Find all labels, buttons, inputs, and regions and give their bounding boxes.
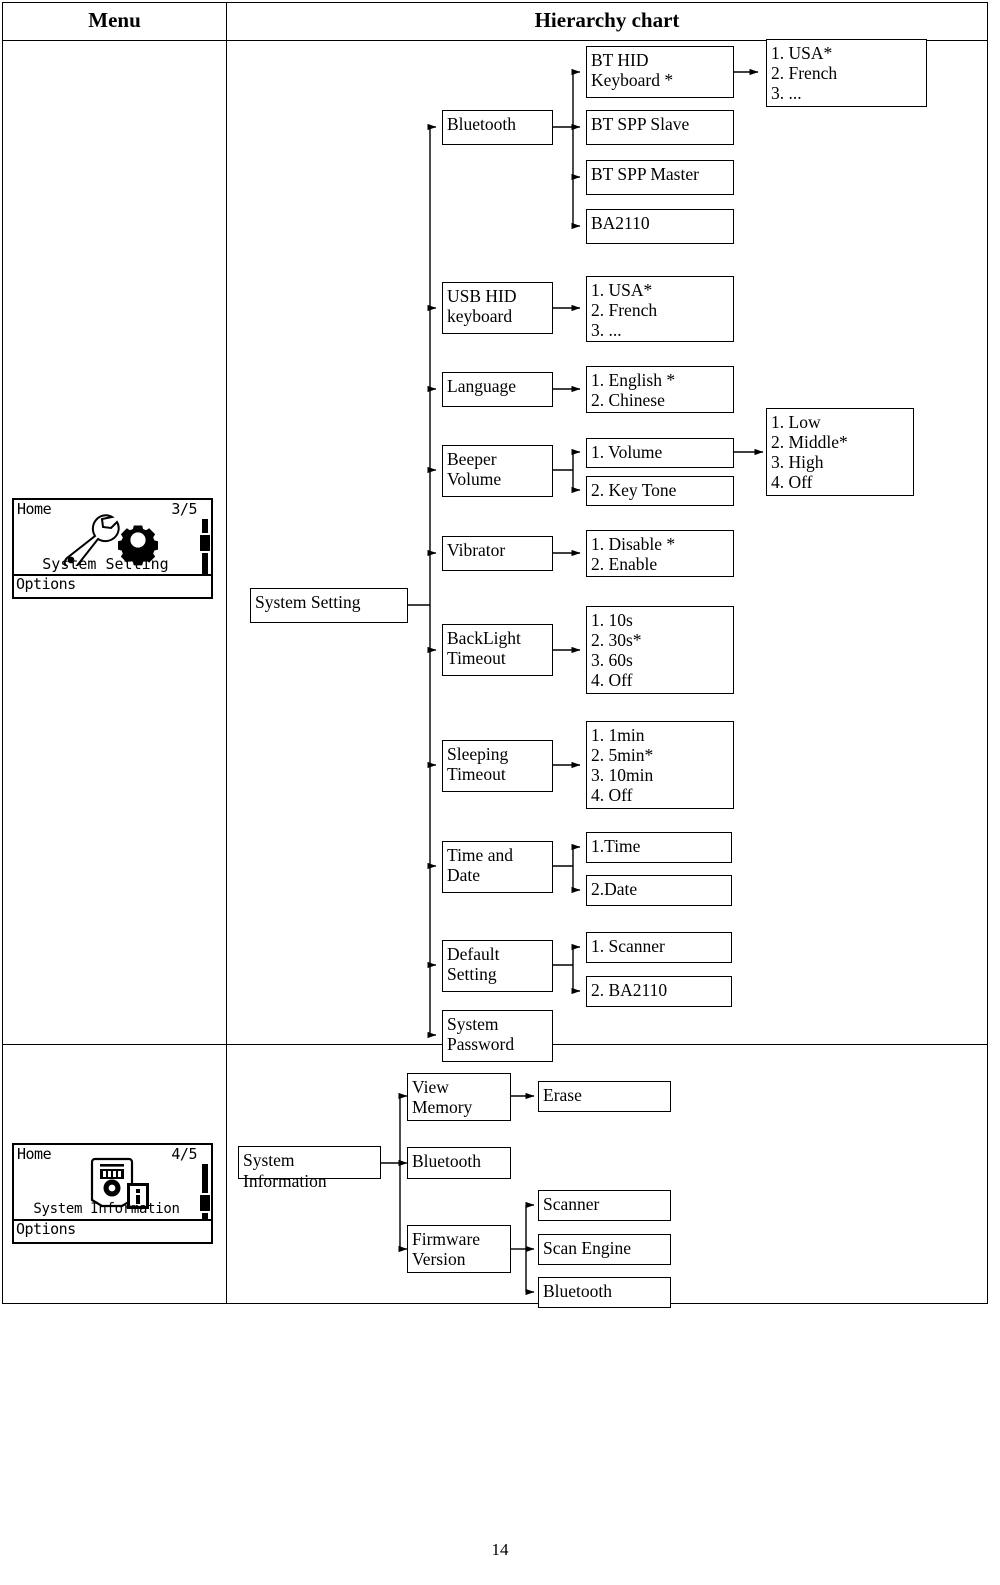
node-default-ba2110[interactable]: 2. BA2110 bbox=[586, 976, 732, 1007]
lcd-page-indicator-2: 4/5 bbox=[171, 1145, 197, 1163]
node-bt-spp-slave[interactable]: BT SPP Slave bbox=[586, 110, 734, 145]
node-backlight-timeout[interactable]: BackLight Timeout bbox=[442, 624, 553, 676]
node-beeper-volume[interactable]: Beeper Volume bbox=[442, 445, 553, 497]
lcd-status-bar-2: Options bbox=[14, 1219, 211, 1242]
node-vibrator[interactable]: Vibrator bbox=[442, 536, 553, 571]
node-beeper-levels[interactable]: 1. Low 2. Middle* 3. High 4. Off bbox=[766, 408, 914, 496]
lcd-home-label-1: Home bbox=[17, 500, 52, 518]
node-date[interactable]: 2.Date bbox=[586, 875, 732, 906]
node-sleeping-timeout[interactable]: Sleeping Timeout bbox=[442, 740, 553, 792]
node-language-options[interactable]: 1. English * 2. Chinese bbox=[586, 366, 734, 413]
node-fw-bluetooth[interactable]: Bluetooth bbox=[538, 1277, 671, 1308]
node-default-setting[interactable]: Default Setting bbox=[442, 940, 553, 992]
lcd-scrollbar-thumb-2[interactable] bbox=[200, 1193, 210, 1213]
node-ba2110[interactable]: BA2110 bbox=[586, 209, 734, 244]
node-bt-hid-keyboard[interactable]: BT HID Keyboard * bbox=[586, 46, 734, 98]
header-cell-hierarchy: Hierarchy chart bbox=[226, 2, 988, 41]
node-info-bluetooth[interactable]: Bluetooth bbox=[407, 1147, 511, 1179]
node-usb-hid-keyboard[interactable]: USB HID keyboard bbox=[442, 282, 553, 334]
node-view-memory[interactable]: View Memory bbox=[407, 1073, 511, 1121]
node-default-scanner[interactable]: 1. Scanner bbox=[586, 932, 732, 963]
node-erase[interactable]: Erase bbox=[538, 1081, 671, 1112]
node-bluetooth[interactable]: Bluetooth bbox=[442, 110, 553, 145]
lcd-status-bar-1: Options bbox=[14, 574, 211, 597]
lcd-options-label-1[interactable]: Options bbox=[16, 574, 76, 595]
node-system-setting[interactable]: System Setting bbox=[250, 588, 408, 623]
table-header-row: Menu Hierarchy chart bbox=[2, 2, 988, 41]
node-beeper-key-tone[interactable]: 2. Key Tone bbox=[586, 476, 734, 506]
node-system-password[interactable]: System Password bbox=[442, 1010, 553, 1062]
lcd-options-label-2[interactable]: Options bbox=[16, 1219, 76, 1240]
node-backlight-options[interactable]: 1. 10s 2. 30s* 3. 60s 4. Off bbox=[586, 606, 734, 694]
header-cell-menu: Menu bbox=[2, 2, 227, 41]
lcd-home-label-2: Home bbox=[17, 1145, 52, 1163]
node-bt-hid-layouts[interactable]: 1. USA* 2. French 3. ... bbox=[766, 39, 927, 107]
lcd-main-area-2: Home 4/5 System Information bbox=[14, 1145, 211, 1221]
node-bt-spp-master[interactable]: BT SPP Master bbox=[586, 160, 734, 195]
node-fw-scanner[interactable]: Scanner bbox=[538, 1190, 671, 1221]
node-beeper-volume-sub[interactable]: 1. Volume bbox=[586, 438, 734, 468]
node-language[interactable]: Language bbox=[442, 372, 553, 407]
node-vibrator-options[interactable]: 1. Disable * 2. Enable bbox=[586, 530, 734, 577]
lcd-caption-1: System Setting bbox=[42, 555, 169, 573]
node-fw-scan-engine[interactable]: Scan Engine bbox=[538, 1234, 671, 1265]
lcd-caption-2: System Information bbox=[33, 1201, 180, 1217]
node-usb-hid-layouts[interactable]: 1. USA* 2. French 3. ... bbox=[586, 276, 734, 342]
lcd-main-area-1: Home 3/5 System Setting bbox=[14, 500, 211, 576]
node-time[interactable]: 1.Time bbox=[586, 832, 732, 863]
node-time-and-date[interactable]: Time and Date bbox=[442, 841, 553, 893]
node-system-information[interactable]: System Information bbox=[238, 1146, 381, 1191]
node-sleeping-options[interactable]: 1. 1min 2. 5min* 3. 10min 4. Off bbox=[586, 721, 734, 809]
lcd-scrollbar-thumb-1[interactable] bbox=[200, 533, 210, 553]
node-firmware-version[interactable]: Firmware Version bbox=[407, 1225, 511, 1273]
lcd-page-indicator-1: 3/5 bbox=[171, 500, 197, 518]
lcd-screen-system-setting: Home 3/5 System Setting Options bbox=[12, 498, 213, 599]
page-number: 14 bbox=[491, 1540, 509, 1559]
lcd-screen-system-information: Home 4/5 System Information Options bbox=[12, 1143, 213, 1244]
